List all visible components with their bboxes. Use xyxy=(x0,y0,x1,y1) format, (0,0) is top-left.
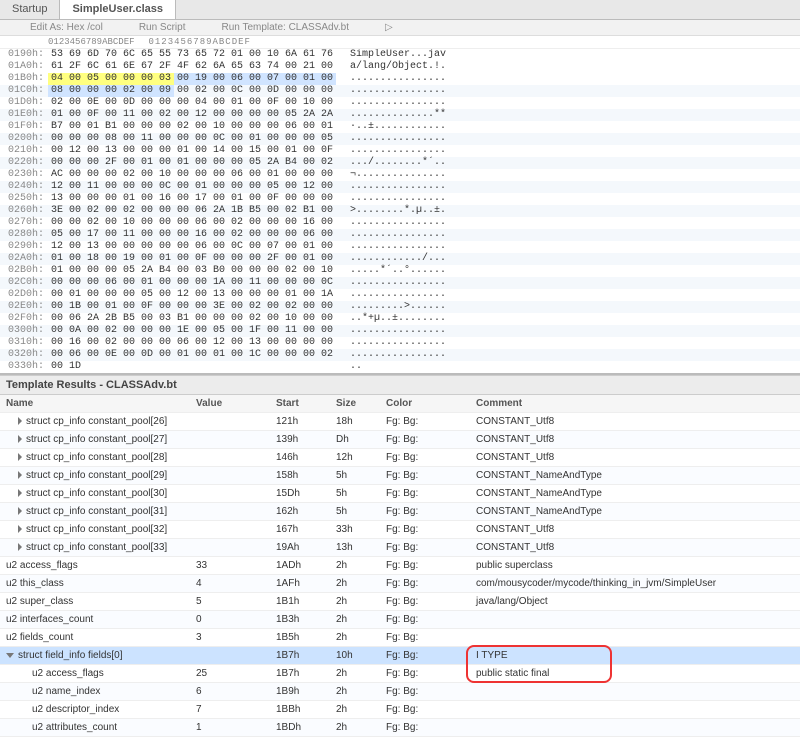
hex-row[interactable]: 0280h:05001700110000001600020000000600..… xyxy=(0,229,800,241)
hex-row[interactable]: 0220h:0000002F00010001000000052AB40002..… xyxy=(0,157,800,169)
disclosure-right-icon[interactable] xyxy=(18,543,22,551)
hex-row[interactable]: 01E0h:01000F00110002001200000000052A2A..… xyxy=(0,109,800,121)
results-row[interactable]: struct cp_info constant_pool[27]139hDhFg… xyxy=(0,431,800,449)
results-row[interactable]: struct cp_info constant_pool[31]162h5hFg… xyxy=(0,503,800,521)
hex-editor[interactable]: 0190h:53696D706C65557365720100106A6176Si… xyxy=(0,49,800,373)
hex-row[interactable]: 0250h:1300000001001600170001000F000000..… xyxy=(0,193,800,205)
hex-row[interactable]: 0290h:120013000000000006000C0007000100..… xyxy=(0,241,800,253)
results-row[interactable]: struct cp_info constant_pool[26]121h18hF… xyxy=(0,413,800,431)
disclosure-down-icon[interactable] xyxy=(6,653,14,658)
results-row[interactable]: struct cp_info constant_pool[28]146h12hF… xyxy=(0,449,800,467)
hex-row[interactable]: 02E0h:001B0001000F0000003E000200020000..… xyxy=(0,301,800,313)
edit-as-dropdown[interactable]: Edit As: Hex /col xyxy=(30,22,103,33)
hex-row[interactable]: 01F0h:B70001B1000000020010000000060001·.… xyxy=(0,121,800,133)
hex-row[interactable]: 01B0h:04000500000003001900060007000100..… xyxy=(0,73,800,85)
hex-row[interactable]: 0330h:001D.. xyxy=(0,361,800,373)
results-row[interactable]: struct cp_info constant_pool[33]19Ah13hF… xyxy=(0,539,800,557)
hex-row[interactable]: 0260h:3E00020002000000062A1BB50002B100>.… xyxy=(0,205,800,217)
results-row[interactable]: u2 super_class51B1h2hFg: Bg:java/lang/Ob… xyxy=(0,593,800,611)
results-row[interactable]: u2 descriptor_index71BBh2hFg: Bg: xyxy=(0,701,800,719)
run-script-dropdown[interactable]: Run Script xyxy=(139,22,186,33)
disclosure-right-icon[interactable] xyxy=(18,435,22,443)
hex-column-header: 0123456789ABCDEF 0123456789ABCDEF xyxy=(0,36,800,49)
results-row[interactable]: struct cp_info constant_pool[29]158h5hFg… xyxy=(0,467,800,485)
hex-row[interactable]: 0270h:00000200100000000600020000001600..… xyxy=(0,217,800,229)
hex-row[interactable]: 02B0h:01000000052AB40003B0000000020010..… xyxy=(0,265,800,277)
disclosure-right-icon[interactable] xyxy=(18,507,22,515)
toolbar: Edit As: Hex /col Run Script Run Templat… xyxy=(0,20,800,36)
disclosure-right-icon[interactable] xyxy=(18,471,22,479)
results-row[interactable]: struct cp_info constant_pool[32]167h33hF… xyxy=(0,521,800,539)
results-row[interactable]: u2 name_index61B9h2hFg: Bg: xyxy=(0,683,800,701)
results-row[interactable]: u2 access_flags331ADh2hFg: Bg:public sup… xyxy=(0,557,800,575)
hex-row[interactable]: 02D0h:0001000000050012001300000001001A..… xyxy=(0,289,800,301)
disclosure-right-icon[interactable] xyxy=(18,453,22,461)
hex-row[interactable]: 01D0h:02000E000D000000040001000F001000..… xyxy=(0,97,800,109)
hex-row[interactable]: 02C0h:0000000600010000001A00110000000C..… xyxy=(0,277,800,289)
disclosure-right-icon[interactable] xyxy=(18,417,22,425)
results-row[interactable]: struct field_info fields[0]1B7h10hFg: Bg… xyxy=(0,647,800,665)
results-row[interactable]: u2 interfaces_count01B3h2hFg: Bg: xyxy=(0,611,800,629)
hex-row[interactable]: 0300h:000A00020000001E0005001F00110000..… xyxy=(0,325,800,337)
hex-row[interactable]: 0240h:1200110000000C000100000005001200..… xyxy=(0,181,800,193)
hex-row[interactable]: 0310h:00160002000000060012001300000000..… xyxy=(0,337,800,349)
results-row[interactable]: struct cp_info constant_pool[30]15Dh5hFg… xyxy=(0,485,800,503)
hex-row[interactable]: 0230h:AC000000020010000000060001000000¬.… xyxy=(0,169,800,181)
tabs: Startup SimpleUser.class xyxy=(0,0,800,20)
run-button-icon[interactable]: ▷ xyxy=(385,22,393,33)
results-grid[interactable]: struct cp_info constant_pool[26]121h18hF… xyxy=(0,413,800,737)
hex-row[interactable]: 0320h:0006000E000D00010001001C00000002..… xyxy=(0,349,800,361)
hex-row[interactable]: 0200h:0000000800110000000C000100000005..… xyxy=(0,133,800,145)
hex-row[interactable]: 02F0h:00062A2BB50003B10000000200100000..… xyxy=(0,313,800,325)
hex-row[interactable]: 01A0h:612F6C616E672F4F626A656374002100a/… xyxy=(0,61,800,73)
template-results-title: Template Results - CLASSAdv.bt xyxy=(0,375,800,395)
hex-row[interactable]: 02A0h:01001800190001000F0000002F000100..… xyxy=(0,253,800,265)
tab-simpleuser[interactable]: SimpleUser.class xyxy=(60,0,176,19)
tab-startup[interactable]: Startup xyxy=(0,0,60,19)
run-template-dropdown[interactable]: Run Template: CLASSAdv.bt xyxy=(222,22,349,33)
hex-row[interactable]: 01C0h:080000000200090002000C000D000000..… xyxy=(0,85,800,97)
hex-row[interactable]: 0190h:53696D706C65557365720100106A6176Si… xyxy=(0,49,800,61)
results-row[interactable]: u2 attributes_count11BDh2hFg: Bg: xyxy=(0,719,800,737)
results-row[interactable]: u2 fields_count31B5h2hFg: Bg: xyxy=(0,629,800,647)
results-row[interactable]: u2 this_class41AFh2hFg: Bg:com/mousycode… xyxy=(0,575,800,593)
results-grid-header: NameValueStartSizeColorComment xyxy=(0,395,800,413)
disclosure-right-icon[interactable] xyxy=(18,525,22,533)
results-row[interactable]: u2 access_flags251B7h2hFg: Bg:public sta… xyxy=(0,665,800,683)
hex-row[interactable]: 0210h:0012001300000001001400150001000F..… xyxy=(0,145,800,157)
disclosure-right-icon[interactable] xyxy=(18,489,22,497)
